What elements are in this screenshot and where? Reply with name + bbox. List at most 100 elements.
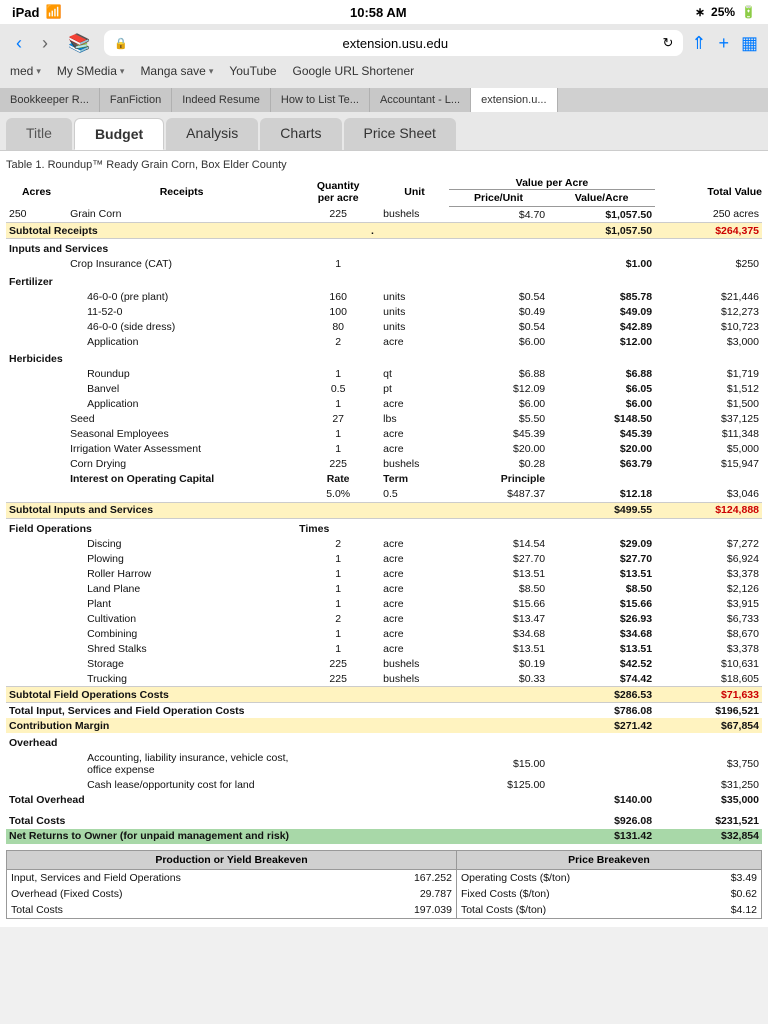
table-row: Trucking 225 bushels $0.33 $74.42 $18,60… xyxy=(6,671,762,687)
tab-title[interactable]: Title xyxy=(6,118,72,150)
browser-tab-accountant[interactable]: Accountant - L... xyxy=(370,88,471,112)
empty xyxy=(380,518,762,536)
tab-charts[interactable]: Charts xyxy=(260,118,341,150)
price-cell: $6.88 xyxy=(449,367,548,382)
price-cell: $5.50 xyxy=(449,412,548,427)
qty-cell: 225 xyxy=(296,207,380,223)
total-cell: $7,272 xyxy=(655,536,762,551)
label-cell: Shred Stalks xyxy=(67,641,296,656)
bookmark-youtube[interactable]: YouTube xyxy=(229,64,276,78)
table-row: Crop Insurance (CAT) 1 $1.00 $250 xyxy=(6,257,762,272)
share-icon[interactable]: ⇑ xyxy=(691,33,706,54)
browser-tab-howtolist[interactable]: How to List Te... xyxy=(271,88,370,112)
rate-value: 5.0% xyxy=(296,487,380,503)
tab-budget[interactable]: Budget xyxy=(74,118,164,150)
price-cell: $0.54 xyxy=(449,319,548,334)
qty-cell: 80 xyxy=(296,319,380,334)
bluetooth-icon: ∗ xyxy=(695,5,705,19)
total-cell: $18,605 xyxy=(655,671,762,687)
browser-tab-extension[interactable]: extension.u... xyxy=(471,88,557,112)
price-cell: $0.28 xyxy=(449,457,548,472)
header-value-per-acre: Value per Acre xyxy=(449,177,655,190)
breakeven-price: $3.49 xyxy=(692,869,762,886)
add-tab-icon[interactable]: + xyxy=(718,33,729,54)
section-label: Field Operations xyxy=(6,518,296,536)
value-cell: $6.88 xyxy=(548,367,655,382)
time-display: 10:58 AM xyxy=(350,5,407,20)
term-value: 0.5 xyxy=(380,487,449,503)
app-tabs: Title Budget Analysis Charts Price Sheet xyxy=(0,112,768,151)
reload-icon[interactable]: ↻ xyxy=(662,35,673,51)
breakeven-qty: 167.252 xyxy=(363,869,456,886)
browser-tab-indeed[interactable]: Indeed Resume xyxy=(172,88,271,112)
acres-cell xyxy=(6,427,67,442)
acres-cell xyxy=(6,382,67,397)
label-cell: 46-0-0 (side dress) xyxy=(67,319,296,334)
tab-analysis[interactable]: Analysis xyxy=(166,118,258,150)
empty-cell2 xyxy=(655,472,762,487)
label-cell: Seasonal Employees xyxy=(67,427,296,442)
total-cell: $250 xyxy=(655,257,762,272)
bookmark-google[interactable]: Google URL Shortener xyxy=(293,64,415,78)
label-cell: Roller Harrow xyxy=(67,566,296,581)
price-cell: $15.66 xyxy=(449,596,548,611)
nav-bar: ‹ › 📚 🔒 extension.usu.edu ↻ ⇑ + ▦ xyxy=(10,30,758,56)
url-bar[interactable]: 🔒 extension.usu.edu ↻ xyxy=(104,30,683,56)
acres-cell xyxy=(6,457,67,472)
acres-cell xyxy=(6,397,67,412)
empty xyxy=(296,814,548,829)
empty xyxy=(296,718,548,733)
browser-tab-fanfiction[interactable]: FanFiction xyxy=(100,88,172,112)
total-cell: $15,947 xyxy=(655,457,762,472)
unit-cell xyxy=(380,257,449,272)
unit-cell: bushels xyxy=(380,207,449,223)
back-button[interactable]: ‹ xyxy=(10,31,28,56)
unit-cell: units xyxy=(380,289,449,304)
table-row: Irrigation Water Assessment 1 acre $20.0… xyxy=(6,442,762,457)
field-operations-header: Field Operations Times xyxy=(6,518,762,536)
acres-cell xyxy=(6,257,67,272)
total-cell: $21,446 xyxy=(655,289,762,304)
header-acres: Acres xyxy=(6,177,67,207)
bookmark-smedia[interactable]: My SMedia ▾ xyxy=(57,64,125,78)
bookmarks-button[interactable]: 📚 xyxy=(62,31,96,56)
table-row: Storage 225 bushels $0.19 $42.52 $10,631 xyxy=(6,656,762,671)
net-returns-row: Net Returns to Owner (for unpaid managem… xyxy=(6,829,762,844)
unit-cell: units xyxy=(380,319,449,334)
term-label: Term xyxy=(380,472,449,487)
empty-cell xyxy=(548,472,655,487)
forward-button[interactable]: › xyxy=(36,31,54,56)
price-cell: $6.00 xyxy=(449,334,548,349)
herbicides-header: Herbicides xyxy=(6,349,762,367)
value-cell: $13.51 xyxy=(548,641,655,656)
unit-cell xyxy=(380,751,449,778)
label-cell: Banvel xyxy=(67,382,296,397)
value-cell: $42.52 xyxy=(548,656,655,671)
price-cell: $13.47 xyxy=(449,611,548,626)
bookmark-med[interactable]: med ▾ xyxy=(10,64,41,78)
table-title: Table 1. Roundup™ Ready Grain Corn, Box … xyxy=(6,159,762,171)
tabs-icon[interactable]: ▦ xyxy=(741,33,758,54)
fertilizer-header: Fertilizer xyxy=(6,272,762,290)
tab-pricesheet[interactable]: Price Sheet xyxy=(344,118,456,150)
bookmarks-bar: med ▾ My SMedia ▾ Manga save ▾ YouTube G… xyxy=(10,62,758,82)
total-cell: $3,378 xyxy=(655,641,762,656)
table-row: 46-0-0 (pre plant) 160 units $0.54 $85.7… xyxy=(6,289,762,304)
subtotal-empty xyxy=(296,502,548,518)
header-value-acre: Value/Acre xyxy=(548,190,655,207)
budget-table: Acres Receipts Quantityper acre Unit Val… xyxy=(6,177,762,844)
label-cell: Seed xyxy=(67,412,296,427)
subtotal-label: Subtotal Receipts xyxy=(6,223,296,239)
label-cell: Net Returns to Owner (for unpaid managem… xyxy=(6,829,296,844)
subtotal-value: $286.53 xyxy=(548,687,655,703)
unit-cell: qt xyxy=(380,367,449,382)
bookmark-manga[interactable]: Manga save ▾ xyxy=(140,64,213,78)
acres-cell xyxy=(6,304,67,319)
contribution-margin-row: Contribution Margin $271.42 $67,854 xyxy=(6,718,762,733)
table-row: Cultivation 2 acre $13.47 $26.93 $6,733 xyxy=(6,611,762,626)
subtotal-inputs-row: Subtotal Inputs and Services $499.55 $12… xyxy=(6,502,762,518)
value-cell: $786.08 xyxy=(548,703,655,719)
price-cell: $0.33 xyxy=(449,671,548,687)
browser-tab-bookkeeper[interactable]: Bookkeeper R... xyxy=(0,88,100,112)
label-cell: Discing xyxy=(67,536,296,551)
